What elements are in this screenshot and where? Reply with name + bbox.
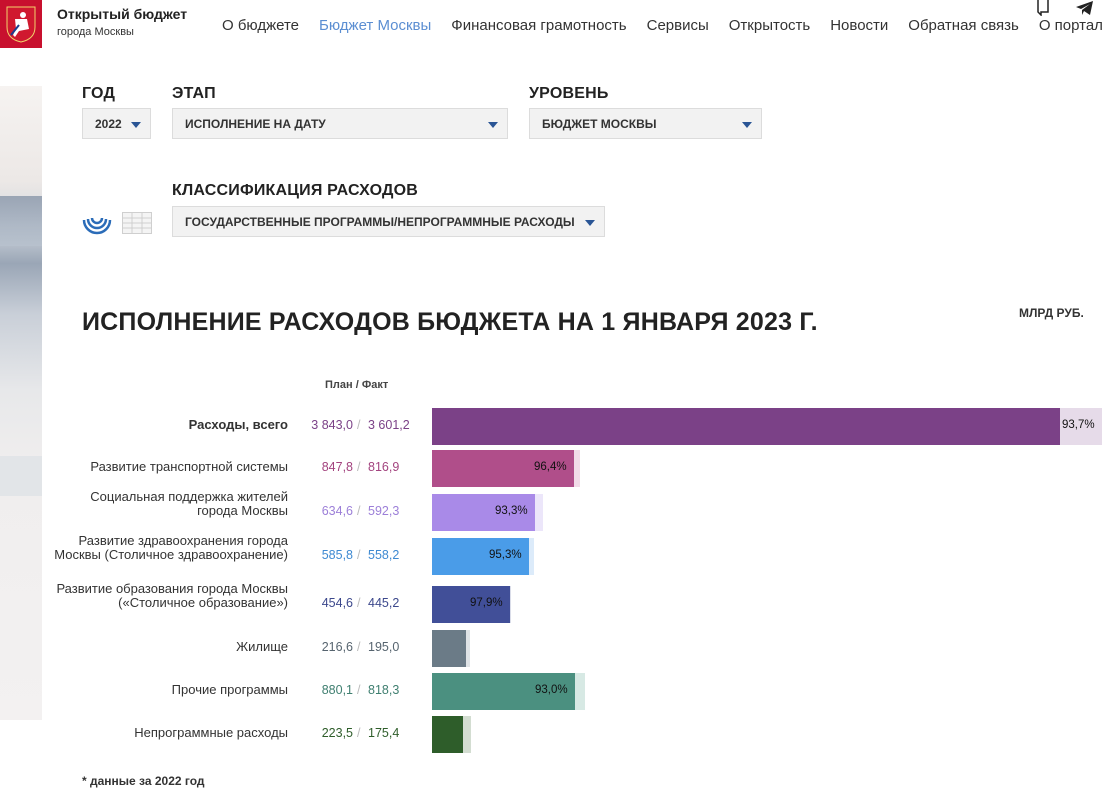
separator: /: [357, 504, 361, 518]
row-label: Развитие здравоохранения города Москвы (…: [54, 533, 288, 562]
chevron-down-icon: [488, 122, 498, 128]
site-header: Открытый бюджет города Москвы О бюджете Б…: [0, 0, 1102, 56]
level-select[interactable]: БЮДЖЕТ МОСКВЫ: [529, 108, 762, 139]
plan-value: 847,8: [321, 460, 353, 474]
row-label: Развитие образования города Москвы («Сто…: [56, 581, 288, 610]
percent-label: 96,4%: [534, 461, 567, 473]
chevron-down-icon: [585, 220, 595, 226]
moscow-coat-of-arms-logo[interactable]: [0, 0, 42, 48]
nav-item-0[interactable]: О бюджете: [212, 17, 309, 34]
fact-bar[interactable]: [432, 715, 463, 753]
chevron-down-icon: [131, 122, 141, 128]
plan-value: 585,8: [321, 548, 353, 562]
report-title: ИСПОЛНЕНИЕ РАСХОДОВ БЮДЖЕТА НА 1 ЯНВАРЯ …: [82, 308, 818, 336]
fact-value: 592,3: [368, 504, 400, 518]
fact-bar[interactable]: [432, 629, 466, 667]
year-select[interactable]: 2022: [82, 108, 151, 139]
bookmark-icon[interactable]: [1036, 0, 1050, 16]
row-label: Социальная поддержка жителей города Моск…: [90, 489, 288, 518]
row-label: Прочие программы: [171, 682, 288, 697]
row-label: Жилище: [236, 639, 288, 654]
separator: /: [357, 460, 361, 474]
telegram-icon[interactable]: [1076, 1, 1094, 16]
percent-label: 93,0%: [535, 684, 568, 696]
nav-item-2[interactable]: Финансовая грамотность: [441, 17, 636, 34]
level-label: УРОВЕНЬ: [529, 85, 609, 102]
row-label: Развитие транспортной системы: [90, 459, 288, 474]
separator: /: [357, 640, 361, 654]
percent-label: 93,3%: [495, 505, 528, 517]
plan-value: 634,6: [321, 504, 353, 518]
row-label: Непрограммные расходы: [134, 725, 288, 740]
separator: /: [357, 596, 361, 610]
percent-label: 95,3%: [489, 549, 522, 561]
year-label: ГОД: [82, 85, 116, 102]
separator: /: [357, 726, 361, 740]
nav-item-1[interactable]: Бюджет Москвы: [309, 17, 441, 34]
level-value: БЮДЖЕТ МОСКВЫ: [542, 117, 657, 131]
year-value: 2022: [95, 117, 122, 131]
plan-value: 216,6: [321, 640, 353, 654]
fact-value: 818,3: [368, 683, 400, 697]
chevron-down-icon: [742, 122, 752, 128]
classification-label: КЛАССИФИКАЦИЯ РАСХОДОВ: [172, 182, 419, 199]
separator: /: [357, 418, 361, 432]
table-icon[interactable]: [122, 212, 152, 234]
footnote: * данные за 2022 год: [82, 774, 205, 788]
plan-value: 880,1: [321, 683, 353, 697]
fact-value: 816,9: [368, 460, 400, 474]
plan-value: 223,5: [321, 726, 353, 740]
stage-value: ИСПОЛНЕНИЕ НА ДАТУ: [185, 117, 326, 131]
fact-bar[interactable]: [432, 407, 1060, 445]
nav-item-3[interactable]: Сервисы: [637, 17, 719, 34]
fact-value: 558,2: [368, 548, 400, 562]
main-nav: О бюджете Бюджет Москвы Финансовая грамотн…: [212, 17, 1102, 34]
stage-select[interactable]: ИСПОЛНЕНИЕ НА ДАТУ: [172, 108, 508, 139]
percent-label: 97,9%: [470, 597, 503, 609]
radial-chart-icon[interactable]: [81, 208, 113, 238]
fact-value: 445,2: [368, 596, 400, 610]
plan-fact-column-header: План / Факт: [325, 379, 389, 391]
nav-item-4[interactable]: Открытость: [719, 17, 820, 34]
separator: /: [357, 683, 361, 697]
fact-value: 175,4: [368, 726, 400, 740]
percent-label: 93,7%: [1062, 419, 1095, 431]
fact-value: 3 601,2: [368, 418, 410, 432]
plan-value: 3 843,0: [311, 418, 353, 432]
classification-value: ГОСУДАРСТВЕННЫЕ ПРОГРАММЫ/НЕПРОГРАММНЫЕ …: [185, 215, 575, 229]
stage-label: ЭТАП: [172, 85, 216, 102]
background-photo-strip: [0, 86, 42, 720]
units-label: МЛРД РУБ.: [1019, 306, 1084, 320]
classification-select[interactable]: ГОСУДАРСТВЕННЫЕ ПРОГРАММЫ/НЕПРОГРАММНЫЕ …: [172, 206, 605, 237]
separator: /: [357, 548, 361, 562]
nav-item-5[interactable]: Новости: [820, 17, 898, 34]
nav-item-7[interactable]: О портале: [1029, 17, 1102, 34]
nav-item-6[interactable]: Обратная связь: [898, 17, 1029, 34]
row-label: Расходы, всего: [188, 417, 288, 432]
plan-value: 454,6: [321, 596, 353, 610]
fact-value: 195,0: [368, 640, 400, 654]
brand-subtitle: города Москвы: [57, 26, 134, 38]
brand-title[interactable]: Открытый бюджет: [57, 6, 187, 22]
